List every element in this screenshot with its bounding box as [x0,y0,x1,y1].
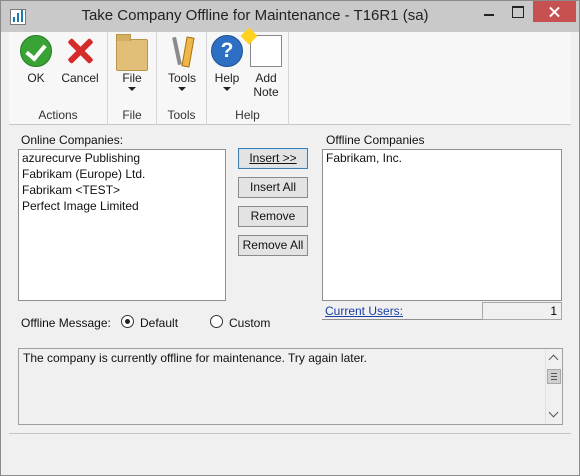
chart-icon [10,9,26,25]
insert-all-button-label: Insert All [249,180,297,194]
list-item[interactable]: azurecurve Publishing [19,150,225,166]
list-item[interactable]: Fabrikam (Europe) Ltd. [19,166,225,182]
minimize-icon[interactable] [475,1,503,22]
close-icon[interactable] [533,1,576,22]
remove-button[interactable]: Remove [238,206,308,227]
custom-radio-label[interactable]: Custom [229,316,270,330]
cancel-button[interactable]: Cancel [58,35,102,85]
folder-icon [116,34,148,71]
list-item[interactable]: Fabrikam <TEST> [19,182,225,198]
ribbon-group-tools: Tools Tools [157,32,207,125]
ok-button[interactable]: OK [16,35,56,85]
offline-message-text: The company is currently offline for mai… [23,351,367,365]
vertical-scrollbar[interactable] [545,349,562,424]
add-note-label: Add Note [253,71,279,99]
insert-all-button[interactable]: Insert All [238,177,308,198]
title-bar[interactable]: Take Company Offline for Maintenance - T… [1,1,579,32]
offline-companies-list[interactable]: Fabrikam, Inc. [322,149,562,301]
ribbon-group-actions: OK Cancel Actions [9,32,108,125]
help-label: Help [214,71,240,85]
list-item[interactable]: Fabrikam, Inc. [323,150,561,166]
current-users-link[interactable]: Current Users: [322,302,483,320]
default-radio-label[interactable]: Default [140,316,178,330]
ribbon-group-help: ? Help Add Note Help [207,32,289,125]
list-item[interactable]: Perfect Image Limited [19,198,225,214]
scroll-down-icon[interactable] [548,407,559,418]
ok-label: OK [27,71,45,85]
check-icon [20,35,52,67]
offline-companies-label: Offline Companies [326,133,425,147]
tools-menu-button[interactable]: Tools [162,35,202,91]
help-icon: ? [211,35,243,67]
default-radio[interactable] [121,315,134,328]
maximize-icon[interactable] [503,1,531,22]
scroll-up-icon[interactable] [548,354,559,365]
insert-button-label: Insert >> [249,151,297,165]
remove-button-label: Remove [250,209,296,223]
online-companies-label: Online Companies: [21,133,124,147]
chevron-down-icon [178,87,186,91]
online-companies-list[interactable]: azurecurve Publishing Fabrikam (Europe) … [18,149,226,301]
tools-icon [166,35,198,67]
ribbon-toolbar: OK Cancel Actions File File Tools Tools [9,32,571,125]
x-icon [64,35,96,67]
insert-button[interactable]: Insert >> [238,148,308,169]
ribbon-group-label-help: Help [235,108,260,122]
current-users-count: 1 [482,302,562,320]
offline-message-textbox[interactable]: The company is currently offline for mai… [18,348,563,425]
file-label: File [122,71,142,85]
ribbon-group-label-file: File [122,108,142,122]
ribbon-group-file: File File [108,32,157,125]
remove-all-button[interactable]: Remove All [238,235,308,256]
remove-all-button-label: Remove All [242,238,304,252]
help-menu-button[interactable]: ? Help [208,35,246,91]
offline-message-label: Offline Message: [21,316,111,330]
chevron-down-icon [128,87,136,91]
ribbon-group-label-actions: Actions [38,108,78,122]
note-icon [250,35,282,67]
status-bar-divider [9,433,571,434]
dialog-window: Take Company Offline for Maintenance - T… [0,0,580,476]
custom-radio[interactable] [210,315,223,328]
add-note-button[interactable]: Add Note [246,35,286,99]
window-title: Take Company Offline for Maintenance - T… [81,7,429,24]
chevron-down-icon [223,87,231,91]
file-menu-button[interactable]: File [112,34,152,91]
scroll-thumb[interactable] [547,369,561,384]
cancel-label: Cancel [61,71,99,85]
ribbon-group-label-tools: Tools [167,108,196,122]
tools-label: Tools [167,71,196,85]
